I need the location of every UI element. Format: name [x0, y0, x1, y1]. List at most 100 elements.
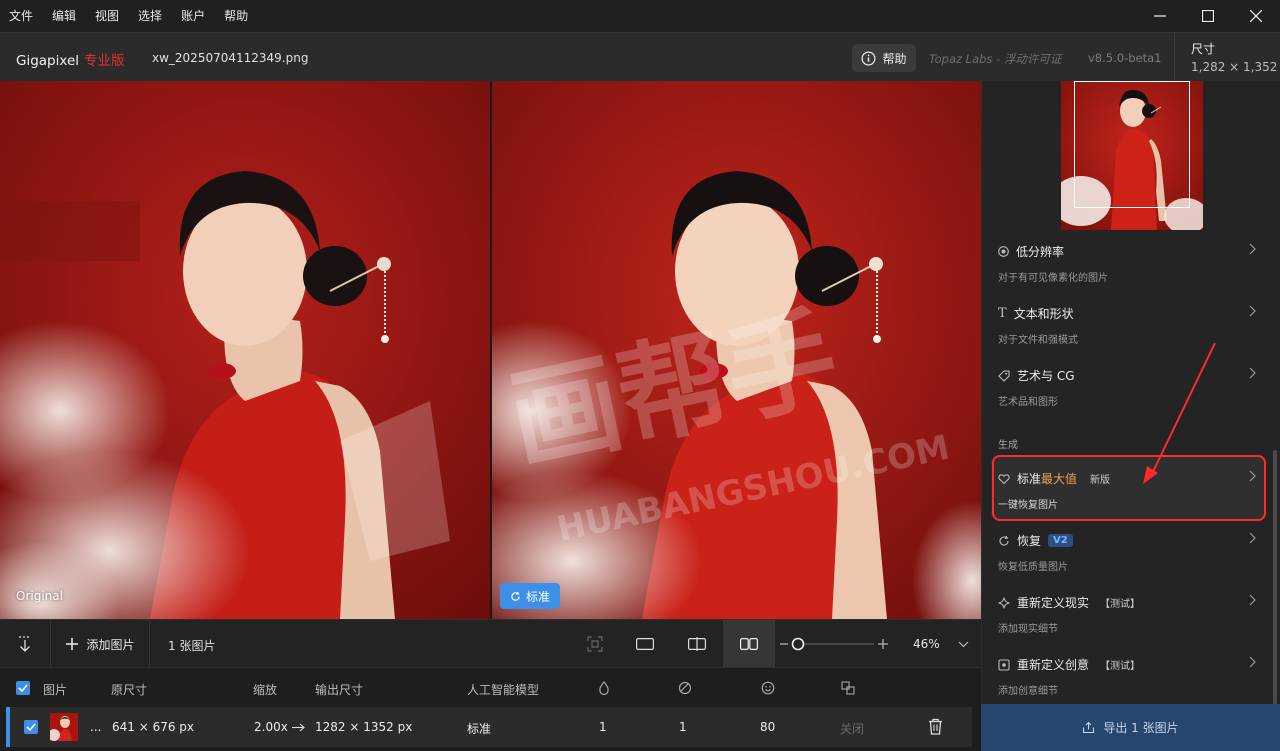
chevron-right-icon: [1249, 594, 1256, 606]
row-sharpen-value: 1: [679, 720, 687, 734]
size-value: 1,282 × 1,352: [1191, 60, 1278, 74]
model-max-title: 最大值: [1041, 472, 1078, 486]
menu-help[interactable]: 帮助: [215, 0, 258, 32]
model-standard-title: 标准: [1017, 472, 1042, 486]
compression-icon: [841, 681, 855, 695]
arrow-right-icon: [292, 723, 305, 732]
add-image-button[interactable]: 添加图片: [50, 620, 150, 668]
help-button[interactable]: 帮助: [852, 44, 916, 72]
creative-icon: [998, 658, 1010, 671]
menu-file[interactable]: 文件: [0, 0, 43, 32]
export-button[interactable]: 导出 1 张图片: [981, 704, 1280, 751]
size-title: 尺寸: [1191, 42, 1216, 56]
processed-pane[interactable]: 标准: [492, 81, 981, 619]
model-low-res[interactable]: 低分辨率 对于有可见像素化的图片: [998, 243, 1268, 284]
original-pane[interactable]: Original: [0, 81, 490, 619]
menu-edit[interactable]: 编辑: [43, 0, 86, 32]
maximize-button[interactable]: [1184, 0, 1232, 32]
size-info: 尺寸 1,282 × 1,352: [1174, 33, 1280, 82]
app-title: Gigapixel 专业版: [16, 49, 125, 69]
model-redefine-creative-desc: 添加创意细节: [998, 686, 1058, 697]
model-redefine-creative[interactable]: 重新定义创意 【测试】 添加创意细节: [998, 656, 1268, 697]
view-single-button[interactable]: [619, 620, 671, 668]
col-image: 图片: [43, 683, 68, 697]
refresh-icon: [511, 591, 520, 601]
image-table-header: 图片 原尺寸 缩放 输出尺寸 人工智能模型: [0, 667, 981, 707]
side-panel-scrollbar[interactable]: [1273, 450, 1277, 705]
row-denoise-value: 1: [599, 720, 607, 734]
preview-area[interactable]: Original 标准 画帮手 HUABANGSHOU.COM: [0, 81, 981, 619]
help-label: 帮助: [882, 51, 907, 66]
model-text-shape[interactable]: T 文本和形状 对于文件和强模式: [998, 305, 1268, 346]
menu-select[interactable]: 选择: [129, 0, 172, 32]
split-view-icon: [688, 637, 706, 651]
maximize-icon: [1202, 10, 1214, 22]
plus-icon: [66, 638, 79, 650]
close-button[interactable]: [1232, 0, 1280, 32]
standard-model-label: 标准: [500, 583, 561, 609]
zoom-slider[interactable]: [780, 620, 890, 668]
navigator-thumbnail[interactable]: [1061, 81, 1203, 230]
preview-toolbar: 添加图片 1 张图片 46%: [0, 619, 981, 668]
version-text: v8.5.0-beta1: [1088, 51, 1162, 65]
chevron-right-icon: [1249, 305, 1256, 317]
trash-icon[interactable]: [928, 718, 943, 735]
new-badge: 新版: [1090, 475, 1111, 486]
restore-icon: [999, 535, 1009, 546]
focus-frame-icon: [587, 636, 603, 652]
model-redefine-creative-title: 重新定义创意: [1017, 658, 1090, 672]
model-standard-max-content[interactable]: 标准最大值 新版 一键恢复图片: [998, 470, 1268, 511]
window-controls: [1136, 0, 1280, 32]
chevron-right-icon: [1249, 656, 1256, 668]
table-row[interactable]: ... 641 × 676 px 2.00x 1282 × 1352 px 标准…: [10, 707, 972, 747]
side-by-side-icon: [740, 638, 758, 650]
text-shape-icon: T: [998, 306, 1007, 321]
info-icon: [861, 51, 876, 65]
model-restore[interactable]: 恢复 V2 恢复低质量图片: [998, 532, 1268, 573]
chevron-right-icon: [1249, 470, 1256, 482]
model-art-cg[interactable]: 艺术与 CG 艺术品和图形: [998, 367, 1268, 408]
v2-badge: V2: [1048, 534, 1073, 547]
model-text-shape-desc: 对于文件和强模式: [998, 335, 1078, 346]
zoom-plus-icon: [878, 639, 888, 649]
add-image-label: 添加图片: [86, 637, 135, 652]
focus-button[interactable]: [580, 620, 610, 668]
sparkle-icon: [998, 596, 1010, 609]
chevron-right-icon: [1249, 367, 1256, 379]
menu-account[interactable]: 账户: [172, 0, 215, 32]
zoom-value: 46%: [913, 637, 940, 651]
model-redefine-real-title: 重新定义现实: [1017, 596, 1090, 610]
model-redefine-real[interactable]: 重新定义现实 【测试】 添加现实细节: [998, 594, 1268, 635]
single-view-icon: [636, 638, 654, 650]
col-output-size: 输出尺寸: [315, 683, 364, 697]
row-ellipsis[interactable]: ...: [90, 720, 101, 734]
image-count: 1 张图片: [168, 639, 216, 653]
sharpen-icon: [678, 681, 692, 695]
collapse-panel-button[interactable]: [10, 620, 40, 668]
model-art-cg-desc: 艺术品和图形: [998, 397, 1058, 408]
zoom-slider-thumb: [791, 637, 805, 651]
export-icon: [1083, 721, 1095, 734]
row-face-value: 80: [760, 720, 776, 734]
minimize-icon: [1154, 15, 1166, 17]
original-label: Original: [16, 589, 63, 603]
license-text: Topaz Labs - 浮动许可证: [929, 52, 1062, 66]
check-icon: [26, 723, 36, 731]
row-thumbnail: [50, 713, 78, 741]
row-original-size: 641 × 676 px: [112, 720, 195, 734]
section-generate-label: 生成: [998, 440, 1018, 451]
close-icon: [1250, 10, 1262, 22]
face-icon: [761, 681, 775, 695]
navigator-viewport-box[interactable]: [1074, 81, 1190, 208]
select-all-checkbox[interactable]: [16, 681, 30, 695]
sparkle-heart-icon: [998, 473, 1010, 484]
menu-bar: 文件 编辑 视图 选择 账户 帮助: [0, 0, 1280, 32]
menu-view[interactable]: 视图: [86, 0, 129, 32]
view-split-button[interactable]: [671, 620, 723, 668]
row-scale[interactable]: 2.00x: [254, 720, 288, 734]
minimize-button[interactable]: [1136, 0, 1184, 32]
model-standard-desc: 一键恢复图片: [998, 500, 1058, 511]
zoom-dropdown-button[interactable]: [955, 620, 971, 668]
row-checkbox[interactable]: [24, 720, 38, 734]
view-side-by-side-button[interactable]: [723, 620, 775, 668]
